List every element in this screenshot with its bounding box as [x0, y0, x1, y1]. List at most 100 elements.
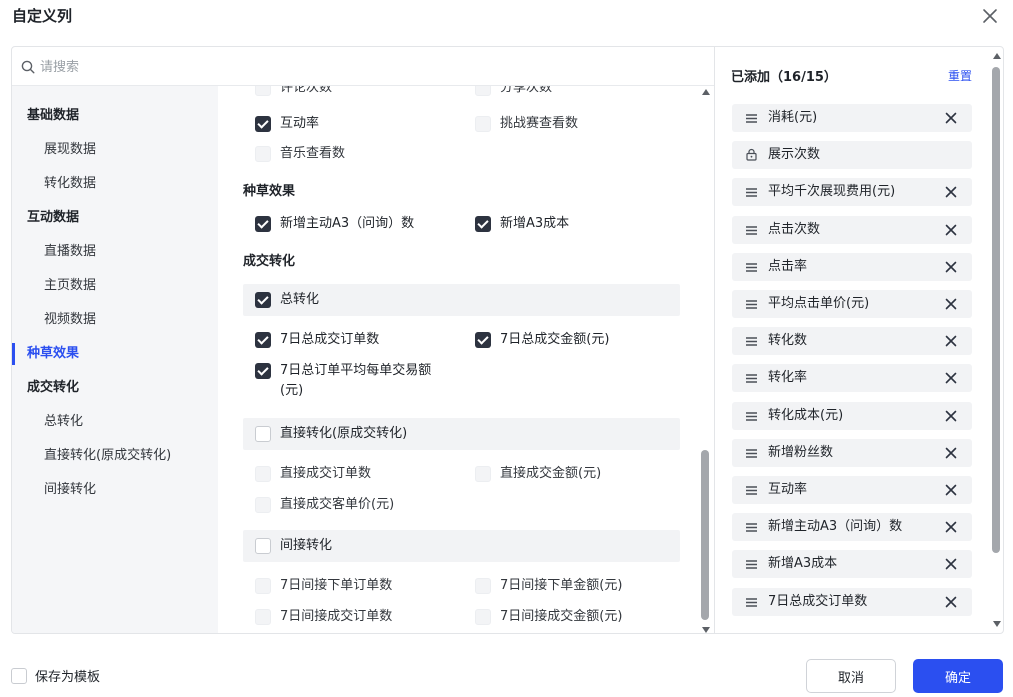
checkbox-box	[11, 667, 27, 684]
added-columns-panel: 已添加（16/15） 重置 消耗(元) 展示次数 平均千次展现费用(元) 点击次数 点击…	[714, 47, 1003, 633]
scrollbar-thumb[interactable]	[992, 67, 1000, 553]
metric-checkbox[interactable]: 评论次数	[255, 86, 332, 98]
drag-handle-icon[interactable]	[746, 263, 757, 272]
group-checkbox-direct[interactable]: 直接转化(原成交转化)	[255, 424, 407, 444]
remove-icon[interactable]	[944, 446, 958, 460]
remove-icon[interactable]	[944, 371, 958, 385]
nav-item[interactable]: 直播数据	[12, 237, 218, 267]
cancel-button[interactable]: 取消	[806, 659, 896, 693]
added-column-chip[interactable]: 点击次数	[732, 215, 972, 244]
remove-icon[interactable]	[944, 409, 958, 423]
added-column-chip[interactable]: 平均千次展现费用(元)	[732, 178, 972, 207]
drag-handle-icon[interactable]	[746, 300, 757, 309]
scroll-up-icon[interactable]	[993, 53, 1001, 59]
nav-item[interactable]: 展现数据	[12, 135, 218, 165]
added-column-chip[interactable]: 转化率	[732, 364, 972, 393]
remove-icon[interactable]	[944, 297, 958, 311]
metric-checkbox[interactable]: 7日总订单平均每单交易额(元)	[255, 361, 441, 401]
metric-checkbox[interactable]: 直接成交金额(元)	[475, 464, 601, 484]
metric-checkbox[interactable]: 7日间接下单金额(元)	[475, 576, 622, 596]
nav-item[interactable]: 种草效果	[12, 339, 218, 369]
group-checkbox-total[interactable]: 总转化	[255, 290, 319, 310]
column-picker: 基础数据展现数据转化数据互动数据直播数据主页数据视频数据种草效果成交转化总转化直…	[12, 47, 714, 633]
nav-item[interactable]: 直接转化(原成交转化)	[12, 441, 218, 471]
drag-handle-icon[interactable]	[746, 597, 757, 607]
remove-icon[interactable]	[944, 334, 958, 348]
drag-handle-icon[interactable]	[746, 114, 757, 123]
drag-handle-icon[interactable]	[746, 188, 757, 198]
drag-handle-icon[interactable]	[746, 374, 757, 384]
chip-label: 转化成本(元)	[768, 407, 844, 423]
nav-item[interactable]: 主页数据	[12, 271, 218, 301]
drag-handle-icon[interactable]	[746, 523, 757, 532]
drag-handle-icon[interactable]	[746, 486, 757, 495]
nav-item[interactable]: 成交转化	[12, 373, 218, 403]
chip-label: 点击率	[768, 258, 808, 274]
drag-handle-icon[interactable]	[746, 225, 757, 235]
save-as-template-checkbox[interactable]: 保存为模板	[11, 666, 100, 685]
scroll-down-icon[interactable]	[702, 627, 710, 633]
metric-checkbox[interactable]: 7日间接成交订单数	[255, 607, 392, 627]
checkbox-box	[255, 86, 271, 96]
metric-checkbox[interactable]: 7日总成交金额(元)	[475, 330, 609, 350]
added-column-chip[interactable]: 新增粉丝数	[732, 438, 972, 467]
remove-icon[interactable]	[944, 483, 958, 497]
chip-label: 平均千次展现费用(元)	[768, 184, 896, 200]
added-column-chip[interactable]: 点击率	[732, 252, 972, 281]
chip-label: 新增粉丝数	[768, 444, 834, 460]
remove-icon[interactable]	[944, 595, 958, 609]
scrollbar-thumb[interactable]	[701, 450, 709, 620]
checkbox-box	[255, 426, 271, 442]
metric-checkbox[interactable]: 新增A3成本	[475, 214, 569, 234]
chip-label: 互动率	[768, 482, 808, 497]
nav-item[interactable]: 总转化	[12, 407, 218, 437]
drag-handle-icon[interactable]	[746, 560, 757, 570]
checkbox-box	[475, 86, 491, 96]
metric-checkbox[interactable]: 直接成交客单价(元)	[255, 495, 394, 515]
metric-checkbox[interactable]: 7日间接成交金额(元)	[475, 607, 622, 627]
nav-item[interactable]: 基础数据	[12, 101, 218, 131]
checkbox-box	[255, 497, 271, 513]
added-column-chip[interactable]: 平均点击单价(元)	[732, 290, 972, 318]
added-column-chip[interactable]: 消耗(元)	[732, 104, 972, 132]
nav-item[interactable]: 互动数据	[12, 203, 218, 233]
metric-checkbox[interactable]: 新增主动A3（问询）数	[255, 214, 414, 234]
remove-icon[interactable]	[944, 557, 958, 571]
nav-item[interactable]: 视频数据	[12, 305, 218, 335]
search-input[interactable]	[40, 55, 700, 79]
nav-item[interactable]: 转化数据	[12, 169, 218, 199]
remove-icon[interactable]	[944, 111, 958, 125]
drag-handle-icon[interactable]	[746, 337, 757, 346]
remove-icon[interactable]	[944, 260, 958, 274]
checkbox-box	[255, 609, 271, 625]
scroll-up-icon[interactable]	[702, 89, 710, 95]
added-list-scrollbar[interactable]	[991, 47, 1003, 633]
added-column-chip[interactable]: 新增A3成本	[732, 550, 972, 579]
added-column-chip[interactable]: 7日总成交订单数	[732, 587, 972, 616]
group-checkbox-indirect[interactable]: 间接转化	[255, 536, 332, 556]
added-column-chip[interactable]: 转化成本(元)	[732, 401, 972, 430]
added-column-chip[interactable]: 互动率	[732, 476, 972, 504]
metric-checkbox[interactable]: 分享次数	[475, 86, 552, 98]
remove-icon[interactable]	[944, 520, 958, 534]
scroll-down-icon[interactable]	[993, 621, 1001, 627]
metric-checkbox[interactable]: 挑战赛查看数	[475, 114, 578, 134]
checkbox-box	[255, 292, 271, 308]
confirm-button[interactable]: 确定	[913, 659, 1003, 693]
reset-link[interactable]: 重置	[948, 67, 972, 84]
added-column-chip[interactable]: 展示次数	[732, 141, 972, 170]
metric-checkbox[interactable]: 互动率	[255, 114, 319, 134]
nav-item[interactable]: 间接转化	[12, 475, 218, 505]
drag-handle-icon[interactable]	[746, 449, 757, 458]
metric-checkbox[interactable]: 7日总成交订单数	[255, 330, 379, 350]
added-column-chip[interactable]: 转化数	[732, 327, 972, 356]
metric-checkbox[interactable]: 7日间接下单订单数	[255, 576, 392, 596]
metric-checkbox[interactable]: 直接成交订单数	[255, 464, 371, 484]
metric-list-scrollbar[interactable]	[700, 86, 712, 633]
drag-handle-icon[interactable]	[746, 411, 757, 421]
metric-checkbox[interactable]: 音乐查看数	[255, 144, 345, 164]
close-icon[interactable]	[979, 5, 1001, 27]
remove-icon[interactable]	[944, 185, 958, 199]
remove-icon[interactable]	[944, 223, 958, 237]
added-column-chip[interactable]: 新增主动A3（问询）数	[732, 513, 972, 542]
